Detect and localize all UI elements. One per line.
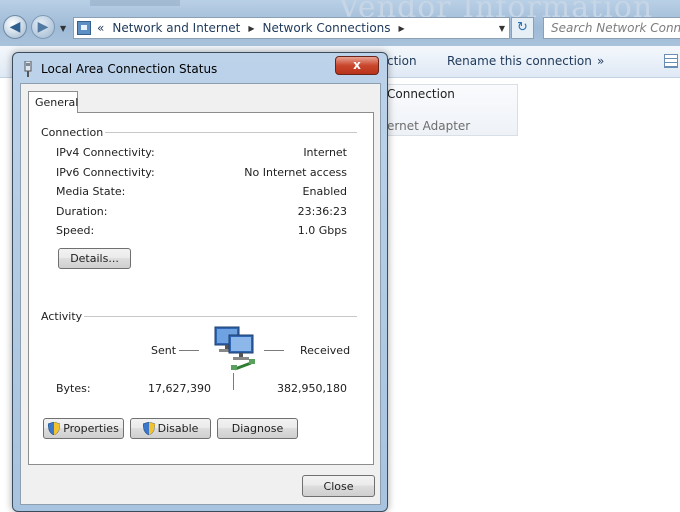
history-dropdown-icon[interactable]: ▼ <box>60 24 66 33</box>
explorer-top-bar: Vendor Information ◀ ▶ ▼ « Network and I… <box>0 0 680 46</box>
properties-label: Properties <box>63 422 119 435</box>
address-dropdown-icon[interactable]: ▼ <box>499 24 505 33</box>
forward-button[interactable]: ▶ <box>31 15 55 39</box>
speed-value: 1.0 Gbps <box>297 224 347 237</box>
duration-value: 23:36:23 <box>297 205 347 218</box>
breadcrumb-arrow-icon[interactable]: ▶ <box>248 24 254 33</box>
refresh-button[interactable]: ↻ <box>511 17 534 39</box>
refresh-icon: ↻ <box>517 20 528 35</box>
connection-heading: Connection <box>41 126 104 139</box>
details-button[interactable]: Details... <box>58 248 131 269</box>
network-computers-icon <box>214 326 255 371</box>
back-button[interactable]: ◀ <box>3 15 27 39</box>
close-icon: x <box>353 58 361 72</box>
change-view-icon[interactable] <box>664 54 678 68</box>
dialog-client-area: General Connection IPv4 Connectivity: In… <box>20 83 381 505</box>
status-dialog: Local Area Connection Status x General C… <box>12 52 388 512</box>
activity-heading: Activity <box>41 310 83 323</box>
bytes-sent-value: 17,627,390 <box>148 382 211 395</box>
connection-tile-subtitle: ernet Adapter <box>387 119 471 133</box>
connection-tile-title: Connection <box>387 87 455 101</box>
speed-label: Speed: <box>56 224 95 237</box>
received-label: Received <box>300 344 351 357</box>
breadcrumb-network-connections[interactable]: Network Connections <box>262 21 390 35</box>
activity-divider <box>84 316 357 317</box>
bytes-separator <box>233 373 234 390</box>
rename-connection-command[interactable]: Rename this connection <box>447 54 592 68</box>
bytes-label: Bytes: <box>56 382 91 395</box>
window-close-button[interactable]: x <box>335 56 379 75</box>
uac-shield-icon <box>142 422 155 435</box>
address-bar[interactable]: « Network and Internet ▶ Network Connect… <box>73 17 510 39</box>
network-folder-icon <box>77 21 91 35</box>
breadcrumb-arrow-icon[interactable]: ▶ <box>399 24 405 33</box>
media-state-label: Media State: <box>56 185 126 198</box>
received-line <box>264 350 284 351</box>
disable-button[interactable]: Disable <box>130 418 211 439</box>
background-blur-block <box>90 0 180 6</box>
bytes-received-value: 382,950,180 <box>277 382 347 395</box>
close-button[interactable]: Close <box>302 475 375 497</box>
ipv6-label: IPv6 Connectivity: <box>56 166 155 179</box>
connection-tile[interactable]: Connection ernet Adapter <box>380 84 518 136</box>
forward-arrow-icon: ▶ <box>37 19 49 35</box>
back-arrow-icon: ◀ <box>9 19 21 35</box>
breadcrumb-network-and-internet[interactable]: Network and Internet <box>112 21 240 35</box>
search-input[interactable]: Search Network Connections <box>543 17 680 39</box>
media-state-value: Enabled <box>302 185 347 198</box>
disable-label: Disable <box>157 422 199 435</box>
sent-line <box>179 350 199 351</box>
diagnose-button[interactable]: Diagnose <box>217 418 298 439</box>
more-commands-chevron-icon[interactable]: » <box>597 54 604 68</box>
ipv4-label: IPv4 Connectivity: <box>56 146 155 159</box>
sent-label: Sent <box>151 344 177 357</box>
tab-general[interactable]: General <box>28 91 78 113</box>
dialog-title: Local Area Connection Status <box>41 62 218 76</box>
ipv6-value: No Internet access <box>244 166 347 179</box>
properties-button[interactable]: Properties <box>43 418 124 439</box>
connection-divider <box>105 132 357 133</box>
uac-shield-icon <box>48 422 61 435</box>
ipv4-value: Internet <box>303 146 347 159</box>
duration-label: Duration: <box>56 205 108 218</box>
network-adapter-icon <box>24 61 32 77</box>
command-partial[interactable]: ction <box>387 54 417 68</box>
breadcrumb-overflow[interactable]: « <box>97 21 104 35</box>
general-tab-panel: Connection IPv4 Connectivity: Internet I… <box>28 112 374 465</box>
